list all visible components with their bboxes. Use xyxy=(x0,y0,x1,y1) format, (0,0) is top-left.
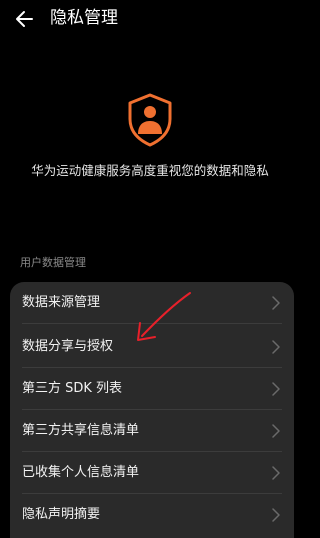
chevron-right-icon xyxy=(272,466,280,480)
menu-item-collected-info[interactable]: 已收集个人信息清单 xyxy=(10,452,294,494)
menu-item-third-party-sharing[interactable]: 第三方共享信息清单 xyxy=(10,410,294,452)
back-button[interactable] xyxy=(12,6,40,32)
menu-item-data-sharing[interactable]: 数据分享与授权 xyxy=(10,326,294,368)
page-title: 隐私管理 xyxy=(50,8,118,28)
privacy-intro-text: 华为运动健康服务高度重视您的数据和隐私 xyxy=(31,163,269,178)
menu-item-label: 第三方 SDK 列表 xyxy=(22,381,123,396)
menu-item-privacy-summary[interactable]: 隐私声明摘要 xyxy=(10,494,294,536)
menu-item-data-source[interactable]: 数据来源管理 xyxy=(10,282,294,324)
app-header: 隐私管理 xyxy=(0,0,300,40)
menu-item-third-party-sdk[interactable]: 第三方 SDK 列表 xyxy=(10,368,294,410)
chevron-right-icon xyxy=(272,382,280,396)
chevron-right-icon xyxy=(272,508,280,522)
menu-item-label: 数据来源管理 xyxy=(22,295,101,310)
privacy-shield-icon xyxy=(127,93,173,147)
chevron-right-icon xyxy=(272,424,280,438)
divider xyxy=(22,323,282,324)
menu-item-label: 隐私声明摘要 xyxy=(22,507,101,522)
menu-item-label: 数据分享与授权 xyxy=(22,339,114,354)
menu-item-label: 已收集个人信息清单 xyxy=(22,465,140,480)
user-data-menu: 数据来源管理 数据分享与授权 第三方 SDK 列表 第三方共享信息清单 已收集个… xyxy=(10,282,294,538)
menu-item-label: 第三方共享信息清单 xyxy=(22,423,140,438)
back-arrow-icon xyxy=(16,11,33,27)
chevron-right-icon xyxy=(272,340,280,354)
section-label-user-data: 用户数据管理 xyxy=(20,256,86,269)
chevron-right-icon xyxy=(272,296,280,310)
